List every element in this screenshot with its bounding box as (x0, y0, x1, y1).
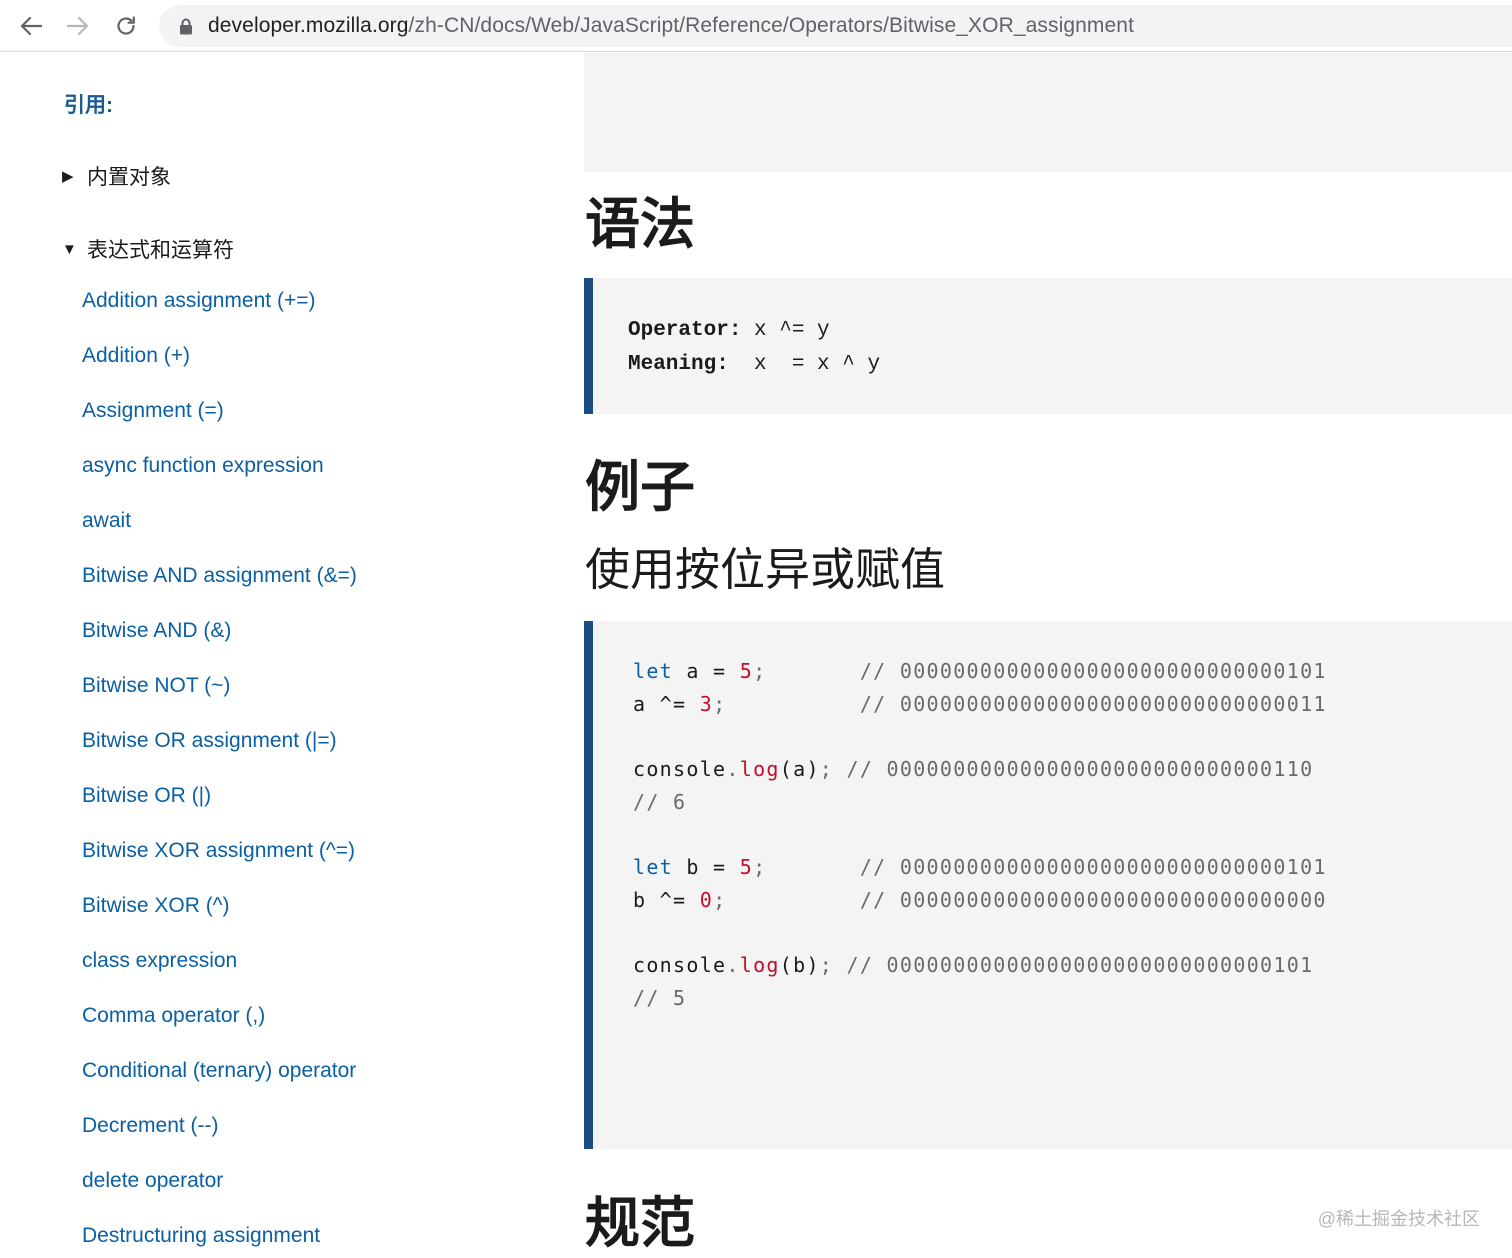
sidebar-item: class expression (82, 949, 357, 1004)
sidebar-link-list: Addition assignment (+=) Addition (+) As… (82, 289, 357, 1258)
example-code: let a = 5; // 00000000000000000000000000… (633, 655, 1327, 1015)
code-line: a ^= 3; // 00000000000000000000000000000… (633, 691, 1327, 716)
sidebar-link-destructuring-assignment[interactable]: Destructuring assignment (82, 1224, 320, 1247)
sidebar-link-addition-assignment[interactable]: Addition assignment (+=) (82, 289, 315, 312)
sidebar-link-decrement[interactable]: Decrement (--) (82, 1114, 219, 1137)
sidebar-item: Conditional (ternary) operator (82, 1059, 357, 1114)
examples-heading: 例子 (585, 454, 696, 519)
code-line: // 5 (633, 986, 687, 1011)
reload-icon (117, 16, 135, 35)
url-text: developer.mozilla.org/zh-CN/docs/Web/Jav… (208, 14, 1134, 38)
sidebar-item: await (82, 509, 357, 564)
sidebar-title: 引用: (64, 94, 113, 117)
syntax-heading: 语法 (585, 191, 696, 256)
sidebar-item: Comma operator (,) (82, 1004, 357, 1059)
sidebar-link-await[interactable]: await (82, 509, 131, 532)
code-line: let b = 5; // 00000000000000000000000000… (633, 855, 1327, 880)
back-button[interactable] (14, 9, 48, 43)
code-line: b ^= 0; // 00000000000000000000000000000… (633, 887, 1327, 912)
sidebar-link-class-expression[interactable]: class expression (82, 949, 237, 972)
meaning-value: x = x ^ y (728, 353, 881, 376)
sidebar-item: Addition assignment (+=) (82, 289, 357, 344)
arrow-right-icon (67, 16, 89, 36)
code-line: // 6 (633, 789, 687, 814)
browser-toolbar: developer.mozilla.org/zh-CN/docs/Web/Jav… (0, 0, 1512, 52)
sidebar-item: Bitwise AND assignment (&=) (82, 564, 357, 619)
sidebar-item: delete operator (82, 1169, 357, 1224)
sidebar-link-bitwise-not[interactable]: Bitwise NOT (~) (82, 674, 230, 697)
sidebar-link-comma-operator[interactable]: Comma operator (,) (82, 1004, 265, 1027)
sidebar-item: Decrement (--) (82, 1114, 357, 1169)
example-code-block: let a = 5; // 00000000000000000000000000… (584, 621, 1512, 1149)
arrow-left-icon (20, 16, 42, 36)
sidebar-link-conditional-operator[interactable]: Conditional (ternary) operator (82, 1059, 356, 1082)
sidebar-link-bitwise-and[interactable]: Bitwise AND (&) (82, 619, 231, 642)
operator-value: x ^= y (741, 319, 830, 342)
sidebar-link-bitwise-xor[interactable]: Bitwise XOR (^) (82, 894, 230, 917)
sidebar-link-bitwise-and-assignment[interactable]: Bitwise AND assignment (&=) (82, 564, 357, 587)
previous-code-block (584, 53, 1512, 172)
sidebar-link-assignment[interactable]: Assignment (=) (82, 399, 224, 422)
specification-heading: 规范 (585, 1190, 696, 1255)
sidebar-link-async-function-expression[interactable]: async function expression (82, 454, 324, 477)
sidebar-item: Bitwise OR assignment (|=) (82, 729, 357, 784)
sidebar-group-builtin-objects[interactable]: ▶ 内置对象 (62, 161, 171, 191)
sidebar-item: Destructuring assignment (82, 1224, 357, 1258)
reload-button[interactable] (109, 9, 143, 43)
code-line: console.log(b); // 000000000000000000000… (633, 953, 1314, 978)
sidebar-item: Addition (+) (82, 344, 357, 399)
sidebar-item: Bitwise OR (|) (82, 784, 357, 839)
sidebar-item: async function expression (82, 454, 357, 509)
meaning-label: Meaning: (628, 353, 729, 376)
address-bar[interactable]: developer.mozilla.org/zh-CN/docs/Web/Jav… (159, 5, 1512, 47)
syntax-code-block: Operator: x ^= y Meaning: x = x ^ y (584, 278, 1512, 414)
sidebar-group-label: 内置对象 (87, 166, 171, 189)
sidebar-link-addition[interactable]: Addition (+) (82, 344, 190, 367)
code-line: let a = 5; // 00000000000000000000000000… (633, 659, 1327, 683)
sidebar-group-expressions-operators[interactable]: ▼ 表达式和运算符 (62, 234, 234, 264)
syntax-code: Operator: x ^= y Meaning: x = x ^ y (628, 314, 880, 382)
sidebar-link-bitwise-or-assignment[interactable]: Bitwise OR assignment (|=) (82, 729, 337, 752)
main-content: 语法 Operator: x ^= y Meaning: x = x ^ y 例… (584, 53, 1512, 1258)
forward-button[interactable] (61, 9, 95, 43)
sidebar-item: Bitwise AND (&) (82, 619, 357, 674)
url-host: developer.mozilla.org (208, 14, 409, 37)
sidebar-link-bitwise-xor-assignment[interactable]: Bitwise XOR assignment (^=) (82, 839, 355, 862)
url-path: /zh-CN/docs/Web/JavaScript/Reference/Ope… (408, 14, 1135, 37)
operator-label: Operator: (628, 319, 742, 342)
watermark: @稀土掘金技术社区 (1317, 1209, 1480, 1229)
sidebar-item: Assignment (=) (82, 399, 357, 454)
sidebar-item: Bitwise XOR assignment (^=) (82, 839, 357, 894)
sidebar: 引用: ▶ 内置对象 ▼ 表达式和运算符 Addition assignment… (0, 53, 584, 1258)
triangle-right-icon: ▶ (62, 168, 74, 185)
lock-icon (179, 18, 193, 35)
sidebar-group-label: 表达式和运算符 (87, 239, 234, 262)
sidebar-item: Bitwise XOR (^) (82, 894, 357, 949)
sidebar-link-bitwise-or[interactable]: Bitwise OR (|) (82, 784, 211, 807)
example-subheading: 使用按位异或赋值 (585, 543, 946, 596)
sidebar-link-delete-operator[interactable]: delete operator (82, 1169, 223, 1192)
code-line: console.log(a); // 000000000000000000000… (633, 757, 1314, 782)
triangle-down-icon: ▼ (62, 240, 77, 258)
sidebar-item: Bitwise NOT (~) (82, 674, 357, 729)
